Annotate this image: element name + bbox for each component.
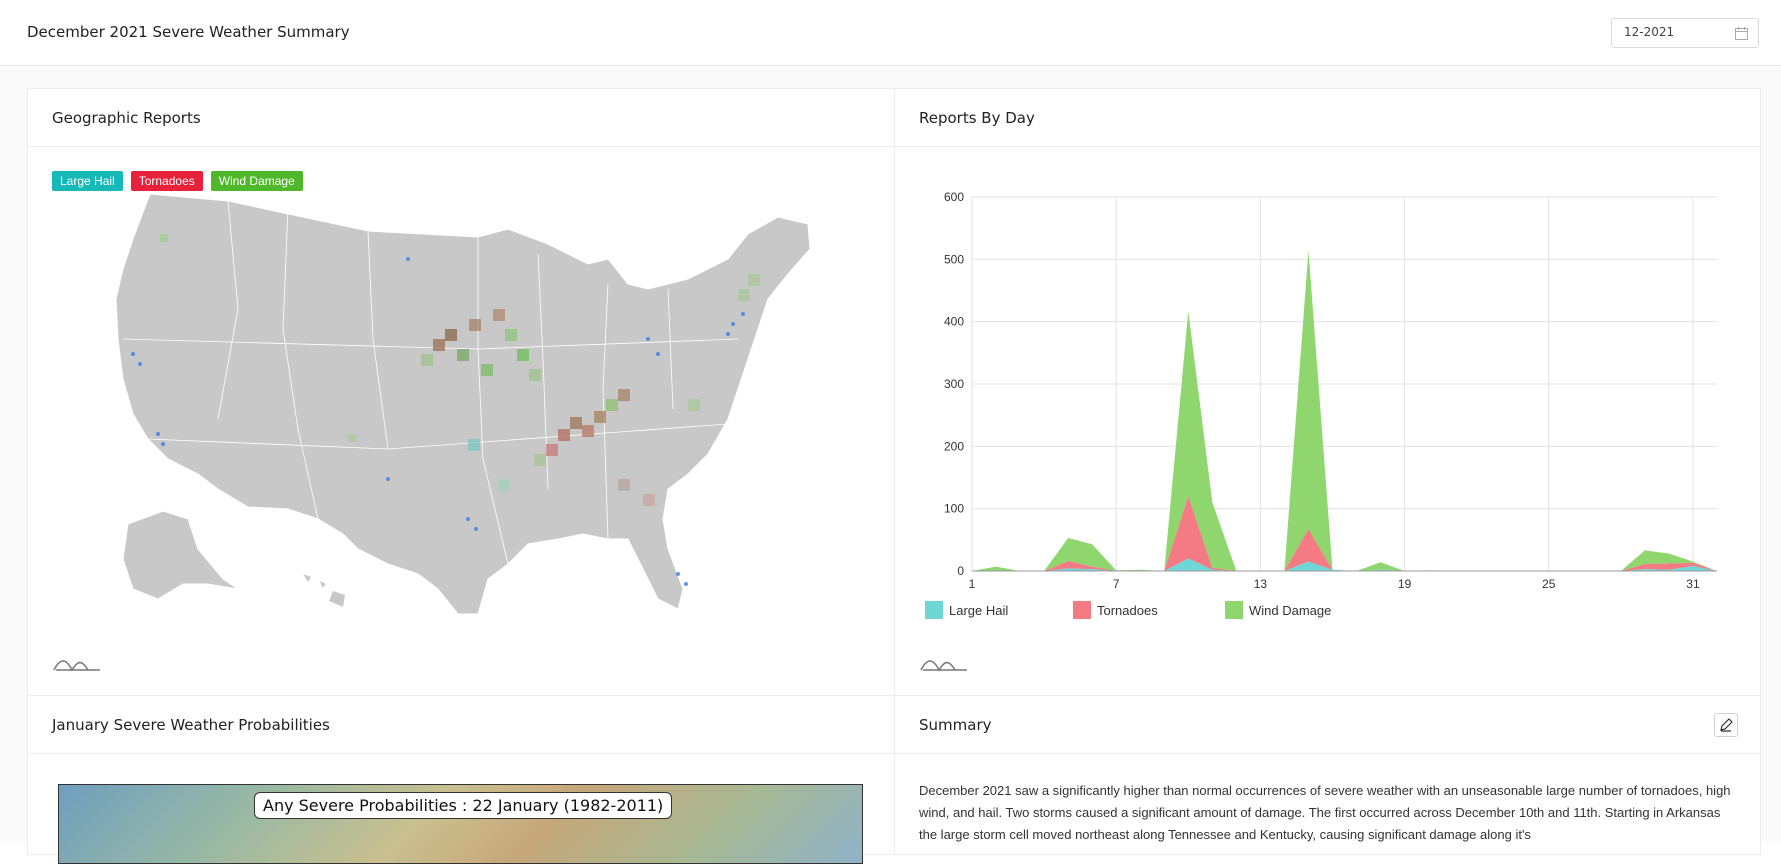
panel-title: Geographic Reports: [52, 109, 201, 127]
reports-by-day-chart[interactable]: 0 100 200 300 400 500 600 1 7 13 19 25 31 Large Hail T…: [895, 147, 1762, 697]
legend-label: Tornadoes: [1097, 603, 1158, 618]
legend-label: Large Hail: [949, 603, 1008, 618]
us-map[interactable]: [88, 189, 888, 664]
map-legend: Large Hail Tornadoes Wind Damage: [52, 171, 303, 191]
hawaii-shape: [303, 574, 345, 607]
x-tick-label: 31: [1686, 577, 1700, 591]
panel-header: Geographic Reports: [28, 89, 894, 147]
probability-map-caption: Any Severe Probabilities : 22 January (1…: [254, 792, 673, 819]
month-input[interactable]: [1624, 25, 1724, 39]
edit-summary-button[interactable]: [1714, 713, 1738, 737]
probabilities-panel: January Severe Weather Probabilities Any…: [27, 695, 895, 864]
panel-title: Reports By Day: [919, 109, 1035, 127]
legend-swatch: [925, 601, 943, 619]
x-tick-label: 25: [1542, 577, 1556, 591]
legend-label: Wind Damage: [1249, 603, 1331, 618]
legend-swatch: [1073, 601, 1091, 619]
summary-panel: Summary December 2021 saw a significantl…: [894, 695, 1761, 855]
calendar-icon[interactable]: [1735, 27, 1748, 40]
us-mainland-shape: [115, 193, 811, 615]
page-title: December 2021 Severe Weather Summary: [27, 23, 350, 41]
x-tick-label: 1: [969, 577, 976, 591]
legend-swatch: [1225, 601, 1243, 619]
top-bar: December 2021 Severe Weather Summary: [0, 0, 1781, 66]
y-tick-label: 400: [944, 315, 964, 329]
x-tick-label: 13: [1254, 577, 1268, 591]
y-tick-label: 500: [944, 252, 964, 266]
summary-text: December 2021 saw a significantly higher…: [919, 783, 1731, 842]
area-wind-damage: [972, 250, 1717, 571]
y-tick-label: 100: [944, 502, 964, 516]
wave-logo-icon: [53, 660, 100, 672]
alaska-shape: [122, 510, 239, 600]
y-tick-label: 0: [957, 564, 964, 578]
y-tick-label: 300: [944, 377, 964, 391]
month-picker[interactable]: [1611, 18, 1759, 48]
legend-wind-damage[interactable]: Wind Damage: [210, 171, 303, 191]
x-tick-label: 19: [1398, 577, 1412, 591]
legend-tornadoes[interactable]: Tornadoes: [130, 171, 203, 191]
legend-large-hail[interactable]: Large Hail: [52, 171, 123, 191]
x-tick-label: 7: [1113, 577, 1120, 591]
panel-header: Summary: [895, 696, 1760, 754]
y-tick-label: 200: [944, 439, 964, 453]
reports-by-day-panel: Reports By Day 0 100 200 300 400 500 600 1 7 13 19…: [894, 88, 1761, 696]
panel-title: Summary: [919, 716, 992, 734]
y-tick-label: 600: [944, 190, 964, 204]
wave-logo-icon: [920, 660, 967, 672]
pencil-icon: [1720, 718, 1733, 732]
probability-map-image: Any Severe Probabilities : 22 January (1…: [58, 784, 863, 864]
panel-header: Reports By Day: [895, 89, 1760, 147]
geographic-reports-panel: Geographic Reports Large Hail Tornadoes …: [27, 88, 895, 696]
panel-title: January Severe Weather Probabilities: [52, 716, 330, 734]
panel-header: January Severe Weather Probabilities: [28, 696, 894, 754]
